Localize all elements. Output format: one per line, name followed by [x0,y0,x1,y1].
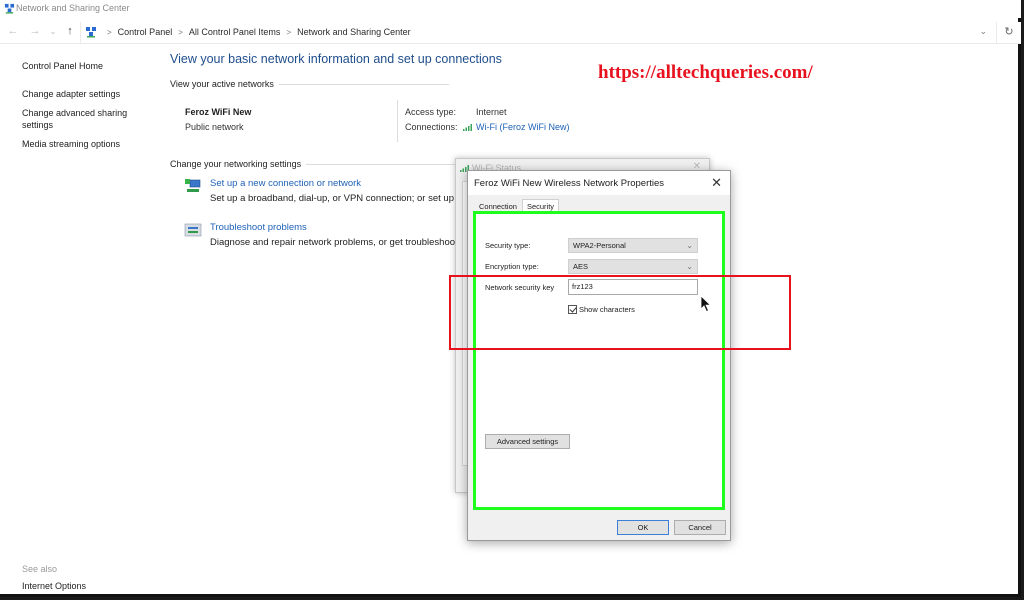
encryption-type-label: Encryption type: [485,262,539,271]
wireless-properties-dialog: Feroz WiFi New Wireless Network Properti… [467,170,731,541]
encryption-type-select[interactable]: AES ⌄ [568,259,698,274]
section-divider [306,163,457,165]
sidebar-item-home[interactable]: Control Panel Home [22,60,162,72]
chevron-right-icon[interactable]: > [286,28,291,37]
connections-label: Connections: [405,122,458,132]
wifi-signal-icon [463,124,472,131]
encryption-type-value: AES [573,262,589,271]
network-center-icon [86,27,96,38]
wifi-connection-link[interactable]: Wi-Fi (Feroz WiFi New) [463,122,570,132]
breadcrumb: > Control Panel > All Control Panel Item… [101,27,411,37]
sidebar: Control Panel Home Change adapter settin… [22,60,162,157]
show-characters-checkbox[interactable]: Show characters [568,305,635,314]
new-connection-link[interactable]: Set up a new connection or network [210,178,361,189]
window: Network and Sharing Center ← → ⌄ ↑ > Con… [0,0,1021,597]
breadcrumb-network-sharing[interactable]: Network and Sharing Center [297,27,411,37]
access-type-label: Access type: [405,107,457,117]
chevron-down-icon: ⌄ [686,241,693,250]
sidebar-item-adapter-settings[interactable]: Change adapter settings [22,88,162,100]
page-title: View your basic network information and … [170,52,502,66]
forward-button[interactable]: → [28,25,42,37]
network-key-input[interactable]: frz123 [568,279,698,295]
checkbox-checked-icon[interactable] [568,305,577,314]
network-key-label: Network security key [485,283,555,292]
sidebar-item-advanced-sharing[interactable]: Change advanced sharing settings [22,107,132,131]
security-type-select[interactable]: WPA2-Personal ⌄ [568,238,698,253]
new-connection-description: Set up a broadband, dial-up, or VPN conn… [210,193,468,204]
address-bar[interactable]: > Control Panel > All Control Panel Item… [80,22,995,43]
title-bar: Network and Sharing Center [0,0,1021,18]
recent-locations-button[interactable]: ⌄ [46,27,60,36]
active-networks-label: View your active networks [170,79,274,89]
vertical-divider [397,100,398,142]
security-type-value: WPA2-Personal [573,241,626,250]
wifi-connection-label[interactable]: Wi-Fi (Feroz WiFi New) [476,122,570,132]
security-type-label: Security type: [485,241,531,250]
back-button[interactable]: ← [6,25,20,37]
section-divider [278,83,449,85]
refresh-button[interactable]: ↻ [996,22,1021,43]
breadcrumb-all-items[interactable]: All Control Panel Items [189,27,281,37]
active-networks-section: View your active networks [170,79,449,89]
sidebar-item-internet-options[interactable]: Internet Options [22,581,86,591]
network-type[interactable]: Public network [185,122,244,132]
dialog-tabs: Connection Security [474,199,560,214]
see-also-label: See also [22,564,58,574]
close-icon[interactable]: ✕ [711,175,722,191]
troubleshoot-description: Diagnose and repair network problems, or… [210,237,463,248]
tab-connection[interactable]: Connection [474,199,522,214]
network-center-icon [4,3,15,14]
network-name: Feroz WiFi New [185,107,252,117]
troubleshoot-link[interactable]: Troubleshoot problems [210,222,307,233]
breadcrumb-control-panel[interactable]: Control Panel [118,27,173,37]
advanced-settings-button[interactable]: Advanced settings [485,434,570,449]
tab-security[interactable]: Security [521,199,560,214]
window-title: Network and Sharing Center [16,3,130,13]
address-dropdown-icon[interactable]: ⌄ [979,26,987,37]
up-button[interactable]: ↑ [63,25,77,37]
access-type-value: Internet [476,107,507,117]
mouse-cursor-icon [700,295,712,313]
new-connection-icon [185,179,201,192]
ok-button[interactable]: OK [617,520,669,535]
show-characters-label[interactable]: Show characters [579,305,635,314]
security-tab-panel: Security type: WPA2-Personal ⌄ Encryptio… [474,213,724,509]
troubleshoot-icon [184,223,202,237]
chevron-right-icon: > [107,27,112,37]
change-settings-section: Change your networking settings [170,159,457,169]
change-settings-label: Change your networking settings [170,159,302,169]
sidebar-item-media-streaming[interactable]: Media streaming options [22,138,162,150]
dialog-title: Feroz WiFi New Wireless Network Properti… [474,178,665,189]
cancel-button[interactable]: Cancel [674,520,726,535]
chevron-down-icon: ⌄ [686,262,693,271]
chevron-right-icon[interactable]: > [178,28,183,37]
watermark-url: https://alltechqueries.com/ [598,62,813,83]
navigation-bar: ← → ⌄ ↑ > Control Panel > All Control Pa… [0,22,1021,44]
